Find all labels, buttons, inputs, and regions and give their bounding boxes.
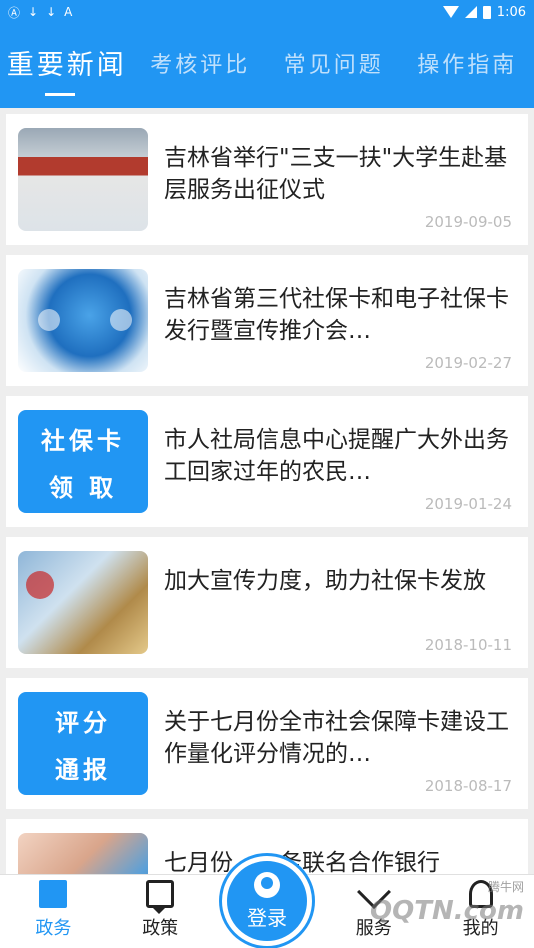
news-item[interactable]: 社保卡 领 取 市人社局信息中心提醒广大外出务工回家过年的农民… 2019-01… — [6, 396, 528, 527]
avatar-icon — [254, 871, 280, 898]
news-thumbnail-text: 评分 通报 — [18, 692, 148, 795]
news-title: 关于七月份全市社会保障卡建设工作量化评分情况的… — [164, 709, 509, 767]
news-title: 七月份……务联名合作银行 — [164, 850, 440, 874]
news-title: 市人社局信息中心提醒广大外出务工回家过年的农民… — [164, 427, 509, 485]
gov-icon — [39, 880, 68, 908]
tab-label: 重要新闻 — [6, 50, 127, 81]
top-tab-bar: 重要新闻 考核评比 常见问题 操作指南 — [0, 24, 534, 108]
notification-icons: Ⓐ ↓ ↓ A — [8, 4, 72, 21]
news-item[interactable]: 吉林省举行"三支一扶"大学生赴基层服务出征仪式 2019-09-05 — [6, 114, 528, 245]
news-date: 2018-10-11 — [424, 636, 512, 654]
watermark: QQTN.com — [370, 896, 524, 926]
tab-active-indicator — [44, 93, 75, 96]
news-title: 吉林省第三代社保卡和电子社保卡发行暨宣传推介会… — [164, 286, 509, 344]
news-date: 2019-09-05 — [424, 213, 512, 231]
nav-policy[interactable]: 政策 — [107, 875, 214, 948]
download-icon-1: ↓ — [28, 5, 39, 19]
tab-label: 操作指南 — [417, 53, 518, 78]
tab-guide[interactable]: 操作指南 — [401, 24, 534, 108]
battery-icon — [482, 5, 491, 19]
news-date: 2018-08-17 — [424, 777, 512, 795]
nav-label: 政务 — [35, 918, 72, 939]
tab-important-news[interactable]: 重要新闻 — [0, 24, 134, 108]
login-button[interactable]: 登录 — [222, 856, 312, 946]
signal-icon — [464, 6, 477, 18]
notification-icon-1: Ⓐ — [8, 5, 21, 20]
news-thumbnail-photo — [18, 128, 148, 231]
news-thumbnail-photo — [18, 551, 148, 654]
news-title: 吉林省举行"三支一扶"大学生赴基层服务出征仪式 — [164, 145, 508, 203]
status-time: 1:06 — [496, 4, 526, 20]
thumbnail-line: 通报 — [55, 755, 111, 784]
news-list[interactable]: 吉林省举行"三支一扶"大学生赴基层服务出征仪式 2019-09-05 吉林省第三… — [0, 108, 534, 874]
status-bar: Ⓐ ↓ ↓ A 1:06 — [0, 0, 534, 24]
news-thumbnail-photo — [18, 833, 148, 874]
news-title: 加大宣传力度，助力社保卡发放 — [164, 568, 486, 594]
thumbnail-line: 评分 — [55, 708, 111, 737]
tab-label: 考核评比 — [150, 53, 251, 78]
news-date: 2019-01-24 — [424, 495, 512, 513]
news-item[interactable]: 吉林省第三代社保卡和电子社保卡发行暨宣传推介会… 2019-02-27 — [6, 255, 528, 386]
tab-label: 常见问题 — [283, 53, 384, 78]
tab-assessment[interactable]: 考核评比 — [134, 24, 268, 108]
news-date: 2019-02-27 — [424, 354, 512, 372]
wifi-icon — [442, 6, 459, 18]
tab-faq[interactable]: 常见问题 — [267, 24, 401, 108]
news-thumbnail-photo — [18, 269, 148, 372]
download-icon-2: ↓ — [46, 5, 57, 19]
login-label: 登录 — [247, 905, 287, 930]
notification-icon-2: A — [64, 5, 73, 19]
news-item[interactable]: 加大宣传力度，助力社保卡发放 2018-10-11 — [6, 537, 528, 668]
thumbnail-line: 社保卡 — [41, 426, 125, 455]
policy-icon — [146, 880, 175, 914]
watermark-small: 腾牛网 — [487, 880, 524, 894]
thumbnail-line: 领 取 — [48, 473, 118, 502]
news-item[interactable]: 评分 通报 关于七月份全市社会保障卡建设工作量化评分情况的… 2018-08-1… — [6, 678, 528, 809]
nav-gov[interactable]: 政务 — [0, 875, 107, 948]
nav-label: 政策 — [142, 918, 179, 939]
news-thumbnail-text: 社保卡 领 取 — [18, 410, 148, 513]
